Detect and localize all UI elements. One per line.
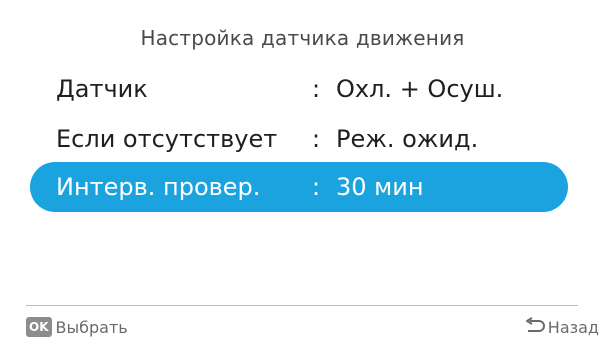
page-title: Настройка датчика движения: [140, 26, 465, 50]
back-label: Назад: [547, 317, 599, 337]
select-label: Выбрать: [55, 317, 128, 337]
select-button[interactable]: OK Выбрать: [26, 316, 128, 338]
menu-item-value: Реж. ожид.: [336, 125, 479, 153]
menu-item-check-interval[interactable]: Интерв. провер. : 30 мин: [30, 162, 568, 212]
menu-item-label: Если отсутствует: [56, 125, 278, 153]
menu-item-separator: :: [312, 125, 321, 153]
menu-item-value: 30 мин: [336, 173, 424, 201]
footer-divider: [26, 305, 578, 306]
menu-item-label: Интерв. провер.: [56, 173, 261, 201]
menu-item-separator: :: [312, 75, 321, 103]
menu-item-if-absent[interactable]: Если отсутствует : Реж. ожид.: [30, 114, 568, 164]
menu-item-label: Датчик: [56, 75, 148, 103]
back-button[interactable]: Назад: [524, 316, 599, 338]
menu-item-separator: :: [312, 173, 321, 201]
return-arrow-icon: [524, 317, 546, 337]
menu-item-sensor[interactable]: Датчик : Охл. + Осуш.: [30, 64, 568, 114]
motion-sensor-settings-screen: Настройка датчика движения Датчик : Охл.…: [0, 0, 605, 347]
menu-item-value: Охл. + Осуш.: [336, 75, 504, 103]
ok-button-icon: OK: [26, 317, 52, 337]
